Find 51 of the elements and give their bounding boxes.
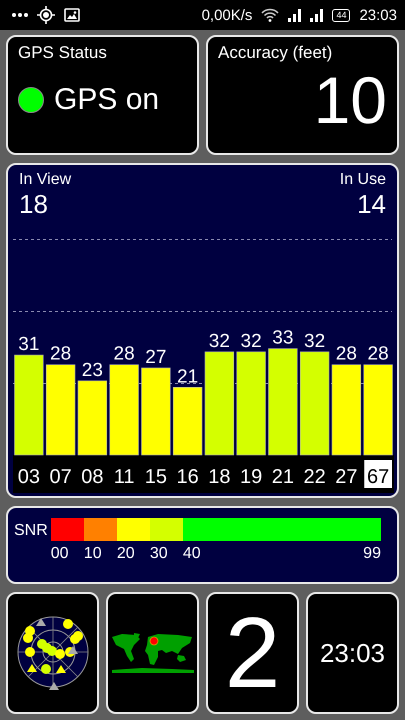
satellite-id: 08 bbox=[81, 466, 104, 488]
snr-value: 32 bbox=[304, 330, 326, 352]
snr-value: 32 bbox=[240, 330, 262, 352]
battery-indicator: 44 bbox=[332, 8, 350, 22]
snr-value: 21 bbox=[177, 366, 198, 388]
satellite-id: 16 bbox=[176, 466, 199, 488]
in-view-count: 18 bbox=[19, 189, 49, 220]
scale-label: 40 bbox=[182, 545, 201, 563]
accuracy-value: 10 bbox=[314, 65, 387, 135]
satellite-id: 18 bbox=[208, 466, 230, 488]
snr-value: 33 bbox=[272, 328, 294, 349]
signal-icon bbox=[288, 8, 302, 22]
network-speed: 0,00K/s bbox=[202, 6, 252, 24]
in-use-label: In Use bbox=[340, 171, 386, 189]
satellite-id-highlighted: 67 bbox=[364, 460, 392, 488]
snr-value: 27 bbox=[145, 346, 166, 368]
satellite-id: 27 bbox=[335, 466, 358, 488]
in-use-count: 14 bbox=[357, 189, 386, 220]
snr-value: 28 bbox=[368, 344, 389, 365]
snr-value: 28 bbox=[50, 344, 72, 365]
satellite-count: 2 bbox=[224, 603, 280, 703]
satellite-id: 15 bbox=[144, 466, 167, 488]
wifi-icon bbox=[261, 8, 280, 22]
clock-time: 23:03 bbox=[320, 638, 386, 668]
location-target-icon bbox=[37, 6, 55, 24]
scale-label: 30 bbox=[150, 545, 168, 563]
snr-value: 32 bbox=[208, 330, 230, 352]
card-title: Accuracy (feet) bbox=[218, 43, 334, 63]
satellite-id: 22 bbox=[304, 466, 326, 488]
satellite-id: 19 bbox=[240, 466, 262, 488]
clock-time: 23:03 bbox=[359, 6, 397, 24]
signal-icon bbox=[310, 8, 324, 22]
scale-label: 20 bbox=[116, 545, 135, 563]
scale-label: 10 bbox=[84, 545, 102, 563]
satellite-id: 03 bbox=[18, 466, 40, 488]
satellite-id: 21 bbox=[272, 466, 294, 488]
legend-title: SNR bbox=[14, 522, 48, 541]
status-label: GPS on bbox=[54, 83, 160, 117]
snr-value: 28 bbox=[336, 344, 357, 365]
in-view-label: In View bbox=[19, 171, 72, 189]
scale-label: 00 bbox=[50, 545, 69, 563]
scale-label: 99 bbox=[363, 545, 381, 563]
satellite-id: 07 bbox=[50, 466, 72, 488]
more-icon bbox=[12, 12, 28, 18]
snr-value: 23 bbox=[82, 360, 103, 381]
snr-value: 28 bbox=[114, 344, 135, 365]
snr-value: 31 bbox=[18, 334, 40, 356]
x-tick-label: 67 bbox=[367, 466, 390, 488]
image-icon bbox=[64, 8, 80, 22]
card-title: GPS Status bbox=[18, 43, 108, 63]
satellite-id: 11 bbox=[114, 466, 134, 488]
